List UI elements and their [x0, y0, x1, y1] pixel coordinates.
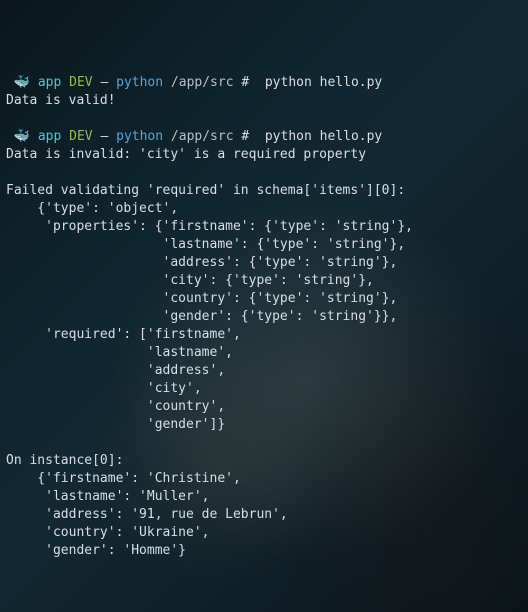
- prompt-line-2[interactable]: 🐳 app DEV — python /app/src # python hel…: [6, 129, 382, 144]
- prompt-context: python: [116, 75, 163, 90]
- output-line: 'lastname': {'type': 'string'},: [6, 237, 405, 252]
- output-line: 'address',: [6, 363, 225, 378]
- output-line: Failed validating 'required' in schema['…: [6, 183, 405, 198]
- output-line: 'country',: [6, 399, 225, 414]
- output-line: 'address': '91, rue de Lebrun',: [6, 507, 288, 522]
- prompt-app: app: [38, 75, 61, 90]
- prompt-env: DEV: [69, 129, 92, 144]
- output-line: 'properties': {'firstname': {'type': 'st…: [6, 219, 413, 234]
- prompt-separator: —: [100, 75, 108, 90]
- output-line: 'country': 'Ukraine',: [6, 525, 210, 540]
- output-line: 'city': {'type': 'string'},: [6, 273, 374, 288]
- output-line: 'required': ['firstname',: [6, 327, 241, 342]
- output-line: {'firstname': 'Christine',: [6, 471, 241, 486]
- docker-whale-icon: 🐳: [14, 75, 30, 90]
- prompt-env: DEV: [69, 75, 92, 90]
- prompt-hash: #: [241, 129, 249, 144]
- prompt-line-1[interactable]: 🐳 app DEV — python /app/src # python hel…: [6, 75, 382, 90]
- output-line: 'gender': {'type': 'string'}},: [6, 309, 397, 324]
- output-line: 'address': {'type': 'string'},: [6, 255, 397, 270]
- output-line: 'country': {'type': 'string'},: [6, 291, 397, 306]
- prompt-separator: —: [100, 129, 108, 144]
- output-line: {'type': 'object',: [6, 201, 178, 216]
- output-line: Data is invalid: 'city' is a required pr…: [6, 147, 366, 162]
- output-line: 'city',: [6, 381, 202, 396]
- docker-whale-icon: 🐳: [14, 129, 30, 144]
- output-valid: Data is valid!: [6, 93, 116, 108]
- prompt-path: /app/src: [171, 75, 234, 90]
- output-line: 'gender']}: [6, 417, 225, 432]
- prompt-context: python: [116, 129, 163, 144]
- prompt-hash: #: [241, 75, 249, 90]
- output-line: 'gender': 'Homme'}: [6, 543, 186, 558]
- prompt-app: app: [38, 129, 61, 144]
- output-line: 'lastname': 'Muller',: [6, 489, 210, 504]
- command-2: python hello.py: [265, 129, 382, 144]
- output-line: On instance[0]:: [6, 453, 123, 468]
- prompt-path: /app/src: [171, 129, 234, 144]
- output-line: 'lastname',: [6, 345, 233, 360]
- command-1: python hello.py: [265, 75, 382, 90]
- terminal-output: 🐳 app DEV — python /app/src # python hel…: [6, 74, 522, 560]
